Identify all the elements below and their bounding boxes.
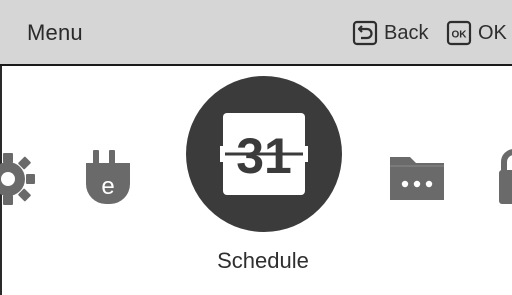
menu-item-energy[interactable]: e [84, 150, 132, 206]
back-label: Back [384, 21, 429, 44]
ok-key-glyph: OK [452, 30, 468, 41]
energy-glyph: e [101, 173, 114, 200]
ok-button[interactable]: OK OK [446, 20, 507, 46]
menu-item-schedule[interactable]: 31 [186, 76, 342, 232]
menu-item-lock[interactable] [498, 148, 512, 206]
back-button[interactable]: Back [352, 20, 428, 46]
menu-item-settings[interactable] [0, 147, 40, 211]
lock-icon [499, 149, 512, 204]
header-bar: Menu Back OK OK [0, 0, 512, 66]
ok-label: OK [478, 21, 507, 44]
schedule-calendar-icon: 31 [220, 113, 308, 195]
gear-icon [0, 153, 35, 205]
ok-key-icon: OK [446, 20, 472, 46]
menu-item-more[interactable] [390, 154, 444, 202]
calendar-day-number: 31 [236, 128, 292, 184]
folder-more-icon [390, 157, 444, 200]
energy-plug-icon: e [86, 150, 130, 204]
page-title: Menu [27, 20, 83, 45]
menu-screen: Menu Back OK OK e 31 Schedule [0, 0, 512, 295]
back-key-icon [352, 20, 378, 46]
selected-item-label: Schedule [217, 248, 309, 273]
